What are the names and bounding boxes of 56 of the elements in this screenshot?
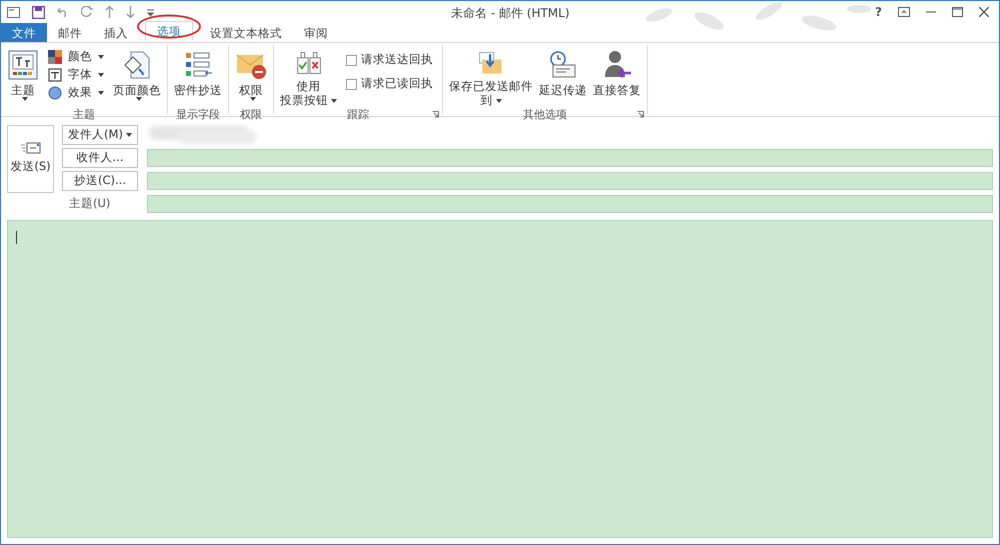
- group-label: 主题: [73, 107, 95, 123]
- ribbon-button[interactable]: 保存已发送邮件 到: [446, 45, 536, 107]
- customize-icon[interactable]: [147, 8, 154, 16]
- save-icon[interactable]: [32, 6, 45, 18]
- input-field[interactable]: [147, 172, 993, 190]
- ribbon-tab[interactable]: 选项: [145, 21, 193, 40]
- help-button[interactable]: ?: [875, 3, 882, 21]
- address-button[interactable]: 抄送(C)...: [62, 171, 138, 191]
- group-label: 其他选项: [523, 107, 567, 123]
- ribbon-button[interactable]: 使用 投票按钮: [277, 45, 340, 107]
- ribbon-button[interactable]: 直接答复: [590, 45, 644, 107]
- up-arrow-icon[interactable]: [105, 6, 114, 18]
- checkbox[interactable]: [346, 78, 357, 90]
- send-icon: [20, 142, 40, 154]
- ribbon-tab[interactable]: 插入: [93, 23, 139, 42]
- input-field[interactable]: [147, 195, 993, 213]
- group-label: 跟踪: [347, 107, 369, 123]
- ribbon-tab[interactable]: 设置文本格式: [199, 23, 293, 42]
- ribbon-small-button[interactable]: 颜色: [48, 48, 104, 66]
- ribbon-button[interactable]: 主题: [4, 45, 42, 107]
- effects-icon: [48, 86, 62, 100]
- input-field[interactable]: [147, 149, 993, 167]
- ribbon-button[interactable]: 页面颜色: [110, 45, 164, 107]
- text-cursor: [16, 231, 17, 244]
- ribbon-small-button[interactable]: 效果: [48, 84, 104, 102]
- ribbon-tab[interactable]: 审阅: [293, 23, 339, 42]
- undo-icon[interactable]: [57, 6, 69, 18]
- address-button[interactable]: 收件人...: [62, 148, 138, 168]
- minimize-icon[interactable]: [926, 11, 936, 13]
- checkbox-option[interactable]: 请求已读回执: [346, 72, 433, 96]
- ribbon-button[interactable]: 权限: [232, 45, 270, 107]
- annotation-circle-drawing: [137, 14, 201, 39]
- ribbon-tab[interactable]: 邮件: [47, 23, 93, 42]
- ribbon-button[interactable]: 延迟传递: [536, 45, 590, 107]
- dialog-launcher-icon[interactable]: [637, 111, 644, 118]
- send-button[interactable]: 发送(S): [7, 125, 54, 193]
- dialog-launcher-icon[interactable]: [432, 111, 439, 118]
- redo-icon[interactable]: [81, 6, 93, 18]
- checkbox[interactable]: [346, 54, 357, 66]
- color-swatch-icon: [48, 50, 62, 64]
- down-arrow-icon[interactable]: [126, 6, 135, 18]
- subject-label: 主题(U): [68, 195, 112, 212]
- close-icon[interactable]: [979, 7, 989, 17]
- font-icon: [48, 68, 62, 82]
- ribbon-button[interactable]: 密件抄送: [171, 45, 225, 107]
- window-title: 未命名 - 邮件 (HTML): [451, 5, 570, 22]
- envelope-icon[interactable]: [7, 6, 20, 18]
- maximize-icon[interactable]: [952, 7, 963, 17]
- group-label: 权限: [240, 107, 262, 123]
- ribbon-tab[interactable]: 文件: [1, 23, 47, 42]
- group-label: 显示字段: [176, 107, 220, 123]
- checkbox-option[interactable]: 请求送达回执: [346, 48, 433, 72]
- theme-icon: [7, 49, 39, 81]
- ribbon-display-icon[interactable]: [898, 7, 910, 17]
- address-button[interactable]: 发件人(M): [62, 125, 138, 145]
- ribbon-small-button[interactable]: 字体: [48, 66, 104, 84]
